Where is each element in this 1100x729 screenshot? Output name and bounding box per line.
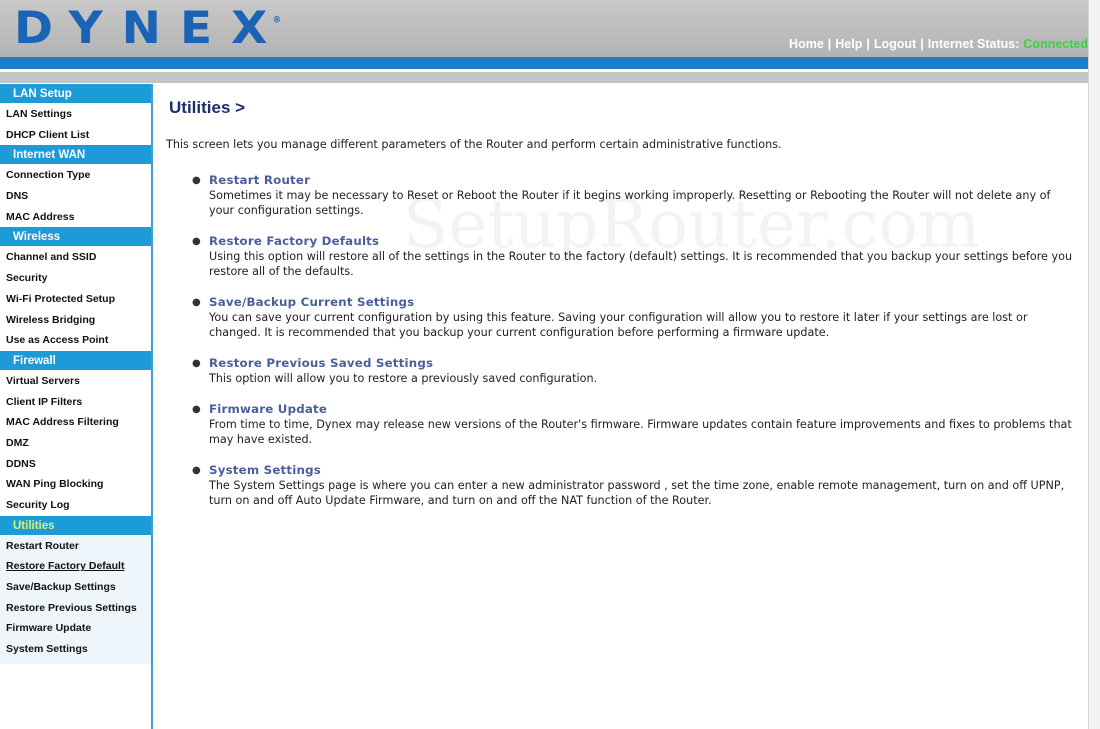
bullet-icon: ● <box>192 465 201 476</box>
header: DYNEX® Home | Help | Logout | Internet S… <box>0 0 1088 57</box>
item-description: This option will allow you to restore a … <box>209 372 598 385</box>
list-item: ● Restart Router Sometimes it may be nec… <box>189 173 1077 218</box>
dynex-logo: DYNEX® <box>14 1 295 55</box>
sidebar-item-client-ip-filters[interactable]: Client IP Filters <box>0 392 151 413</box>
nav-separator: | <box>866 37 870 51</box>
bullet-icon: ● <box>192 358 201 369</box>
restore-previous-settings-link[interactable]: Restore Previous Saved Settings <box>209 356 1077 371</box>
sidebar-utilities-group: Restart Router Restore Factory Default S… <box>0 535 151 664</box>
sidebar-item-system-settings[interactable]: System Settings <box>0 639 151 660</box>
sidebar-section-firewall: Firewall <box>0 350 151 371</box>
sidebar-item-wireless-bridging[interactable]: Wireless Bridging <box>0 310 151 331</box>
bullet-icon: ● <box>192 175 201 186</box>
top-nav: Home | Help | Logout | Internet Status: … <box>789 35 1088 53</box>
item-description: The System Settings page is where you ca… <box>209 479 1065 507</box>
window-scrollbar[interactable] <box>1088 0 1100 729</box>
logout-link[interactable]: Logout <box>874 37 916 51</box>
sidebar-item-virtual-servers[interactable]: Virtual Servers <box>0 371 151 392</box>
sidebar-item-wifi-protected-setup[interactable]: Wi-Fi Protected Setup <box>0 289 151 310</box>
list-item: ● Save/Backup Current Settings You can s… <box>189 295 1077 340</box>
page-title: Utilities > <box>169 98 246 117</box>
sidebar-item-restore-previous-settings[interactable]: Restore Previous Settings <box>0 598 151 619</box>
internet-status-label: Internet Status: <box>927 37 1020 51</box>
sidebar-item-wireless-security[interactable]: Security <box>0 268 151 289</box>
sidebar-item-mac-address[interactable]: MAC Address <box>0 207 151 228</box>
system-settings-link[interactable]: System Settings <box>209 463 1077 478</box>
sidebar-item-ddns[interactable]: DDNS <box>0 454 151 475</box>
sidebar-item-mac-address-filtering[interactable]: MAC Address Filtering <box>0 412 151 433</box>
bullet-icon: ● <box>192 404 201 415</box>
sidebar-item-wan-ping-blocking[interactable]: WAN Ping Blocking <box>0 474 151 495</box>
item-description: You can save your current configuration … <box>209 311 1028 339</box>
utilities-list: ● Restart Router Sometimes it may be nec… <box>189 173 1077 524</box>
save-backup-settings-link[interactable]: Save/Backup Current Settings <box>209 295 1077 310</box>
internet-status-value: Connected <box>1023 37 1088 51</box>
sidebar-section-internet-wan: Internet WAN <box>0 145 151 166</box>
sidebar-item-firmware-update[interactable]: Firmware Update <box>0 618 151 639</box>
sidebar-item-restore-factory-default[interactable]: Restore Factory Default <box>0 556 151 577</box>
list-item: ● Restore Factory Defaults Using this op… <box>189 234 1077 279</box>
header-blue-bar <box>0 57 1088 69</box>
nav-separator: | <box>827 37 832 51</box>
sidebar-item-dhcp-client-list[interactable]: DHCP Client List <box>0 125 151 146</box>
header-grey-bar <box>0 72 1088 83</box>
list-item: ● Restore Previous Saved Settings This o… <box>189 356 1077 386</box>
bullet-icon: ● <box>192 236 201 247</box>
sidebar-item-connection-type[interactable]: Connection Type <box>0 165 151 186</box>
item-description: Sometimes it may be necessary to Reset o… <box>209 189 1051 217</box>
item-description: Using this option will restore all of th… <box>209 250 1073 278</box>
home-link[interactable]: Home <box>789 37 824 51</box>
sidebar-section-utilities: Utilities <box>0 515 151 536</box>
item-description: From time to time, Dynex may release new… <box>209 418 1072 446</box>
sidebar-item-use-as-access-point[interactable]: Use as Access Point <box>0 330 151 351</box>
main-content: SetupRouter.com Utilities > This screen … <box>153 84 1088 729</box>
sidebar-section-wireless: Wireless <box>0 227 151 248</box>
help-link[interactable]: Help <box>835 37 862 51</box>
restart-router-link[interactable]: Restart Router <box>209 173 1077 188</box>
sidebar-item-save-backup-settings[interactable]: Save/Backup Settings <box>0 577 151 598</box>
page-intro: This screen lets you manage different pa… <box>166 138 782 151</box>
sidebar-item-restart-router[interactable]: Restart Router <box>0 536 151 557</box>
bullet-icon: ● <box>192 297 201 308</box>
nav-separator: | <box>920 37 924 51</box>
firmware-update-link[interactable]: Firmware Update <box>209 402 1077 417</box>
sidebar-item-lan-settings[interactable]: LAN Settings <box>0 104 151 125</box>
logo-registered-mark: ® <box>272 15 282 26</box>
list-item: ● System Settings The System Settings pa… <box>189 463 1077 508</box>
restore-factory-defaults-link[interactable]: Restore Factory Defaults <box>209 234 1077 249</box>
sidebar-item-security-log[interactable]: Security Log <box>0 495 151 516</box>
sidebar-item-dns[interactable]: DNS <box>0 186 151 207</box>
sidebar-item-dmz[interactable]: DMZ <box>0 433 151 454</box>
sidebar: LAN Setup LAN Settings DHCP Client List … <box>0 84 153 729</box>
sidebar-item-channel-and-ssid[interactable]: Channel and SSID <box>0 247 151 268</box>
sidebar-section-lan-setup: LAN Setup <box>0 84 151 104</box>
logo-text: DYNEX <box>14 2 287 55</box>
list-item: ● Firmware Update From time to time, Dyn… <box>189 402 1077 447</box>
